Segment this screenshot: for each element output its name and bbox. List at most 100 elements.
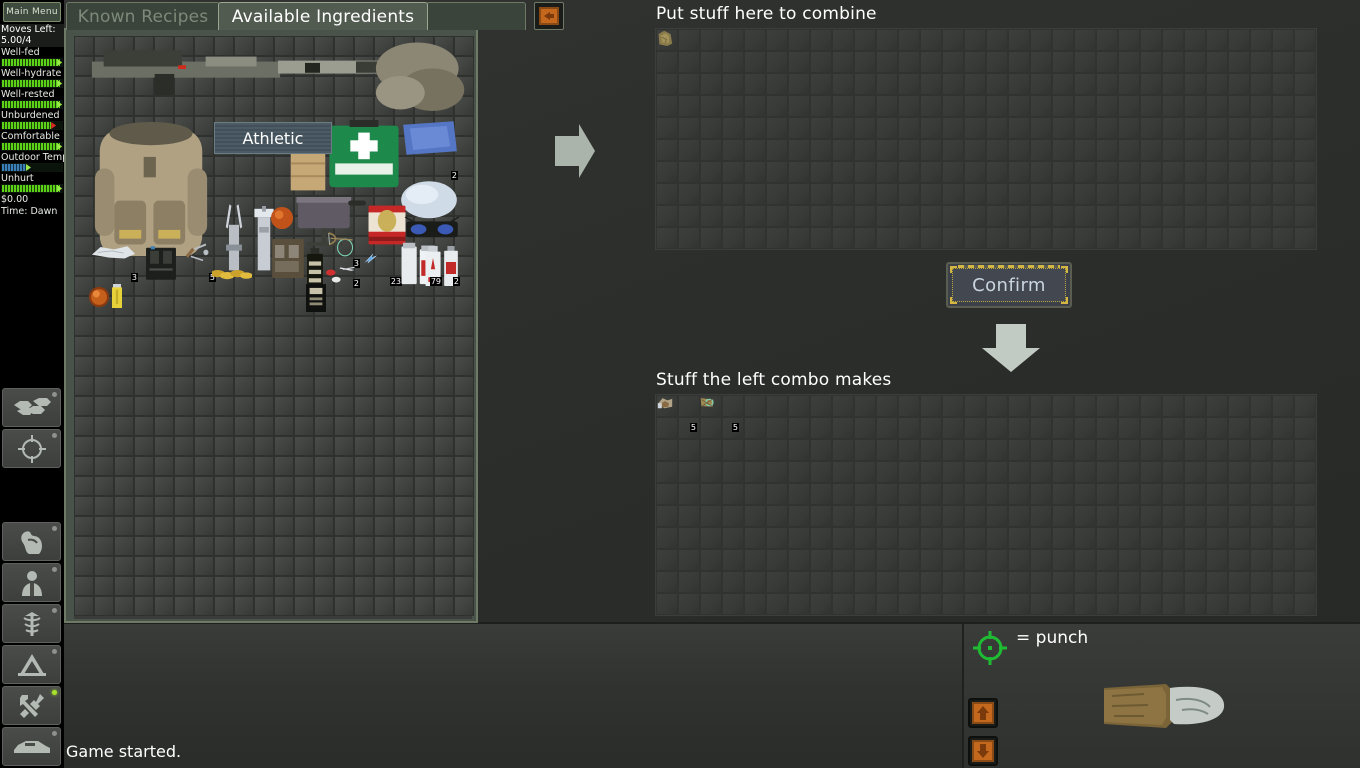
inventory-slot[interactable] xyxy=(394,96,414,116)
combine-slot[interactable] xyxy=(876,73,898,95)
combine-slot[interactable] xyxy=(1030,117,1052,139)
output-slot[interactable] xyxy=(1294,417,1316,439)
output-slot[interactable] xyxy=(678,505,700,527)
combine-slot[interactable] xyxy=(1250,29,1272,51)
output-slot[interactable] xyxy=(700,483,722,505)
output-slot[interactable] xyxy=(1250,483,1272,505)
inventory-slot[interactable] xyxy=(214,56,234,76)
inventory-slot[interactable] xyxy=(194,216,214,236)
inventory-slot[interactable] xyxy=(74,36,94,56)
inventory-slot[interactable] xyxy=(334,276,354,296)
output-slot[interactable] xyxy=(832,593,854,615)
inventory-slot[interactable] xyxy=(114,116,134,136)
output-slot[interactable] xyxy=(1250,417,1272,439)
inventory-slot[interactable] xyxy=(234,276,254,296)
inventory-slot[interactable] xyxy=(294,356,314,376)
combine-slot[interactable] xyxy=(1052,183,1074,205)
combine-slot[interactable] xyxy=(1228,29,1250,51)
inventory-slot[interactable] xyxy=(414,516,434,536)
inventory-slot[interactable] xyxy=(134,36,154,56)
inventory-slot[interactable] xyxy=(314,56,334,76)
inventory-slot[interactable] xyxy=(74,336,94,356)
combine-slot[interactable] xyxy=(678,51,700,73)
inventory-slot[interactable] xyxy=(334,156,354,176)
output-slot[interactable] xyxy=(766,439,788,461)
inventory-slot[interactable] xyxy=(334,136,354,156)
inventory-slot[interactable] xyxy=(354,396,374,416)
inventory-slot[interactable] xyxy=(314,336,334,356)
output-slot[interactable] xyxy=(964,505,986,527)
output-slot[interactable] xyxy=(854,593,876,615)
inventory-slot[interactable] xyxy=(134,536,154,556)
inventory-slot[interactable] xyxy=(214,596,234,616)
inventory-slot[interactable] xyxy=(294,516,314,536)
output-slot[interactable] xyxy=(964,571,986,593)
inventory-slot[interactable] xyxy=(74,236,94,256)
output-slot[interactable] xyxy=(964,527,986,549)
combine-slot[interactable] xyxy=(1162,51,1184,73)
inventory-slot[interactable] xyxy=(314,236,334,256)
combine-slot[interactable] xyxy=(1184,117,1206,139)
combine-slot[interactable] xyxy=(1030,183,1052,205)
inventory-slot[interactable] xyxy=(354,516,374,536)
output-slot[interactable] xyxy=(854,571,876,593)
output-slot[interactable] xyxy=(1030,395,1052,417)
inventory-slot[interactable] xyxy=(354,276,374,296)
output-slot[interactable] xyxy=(766,395,788,417)
output-slot[interactable] xyxy=(1184,527,1206,549)
inventory-slot[interactable] xyxy=(194,376,214,396)
combine-slot[interactable] xyxy=(1030,51,1052,73)
output-slot[interactable] xyxy=(1030,483,1052,505)
output-slot[interactable] xyxy=(1030,439,1052,461)
combine-slot[interactable] xyxy=(1118,227,1140,249)
output-slot[interactable] xyxy=(1162,461,1184,483)
output-slot[interactable] xyxy=(1008,417,1030,439)
inventory-slot[interactable] xyxy=(454,556,474,576)
combine-slot[interactable] xyxy=(700,161,722,183)
output-slot[interactable] xyxy=(1008,571,1030,593)
inventory-slot[interactable] xyxy=(134,216,154,236)
inventory-slot[interactable] xyxy=(414,576,434,596)
output-slot[interactable] xyxy=(1052,483,1074,505)
inventory-slot[interactable] xyxy=(334,36,354,56)
combine-slot[interactable] xyxy=(986,227,1008,249)
output-slot[interactable] xyxy=(876,483,898,505)
inventory-slot[interactable] xyxy=(354,216,374,236)
combine-slot[interactable] xyxy=(1008,227,1030,249)
inventory-slot[interactable] xyxy=(274,196,294,216)
inventory-slot[interactable] xyxy=(434,456,454,476)
combine-slot[interactable] xyxy=(854,51,876,73)
combine-slot[interactable] xyxy=(920,29,942,51)
output-slot[interactable] xyxy=(656,483,678,505)
scroll-down-button[interactable] xyxy=(968,736,998,766)
inventory-slot[interactable] xyxy=(114,76,134,96)
inventory-slot[interactable] xyxy=(414,136,434,156)
combine-slot[interactable] xyxy=(1250,117,1272,139)
combine-slot[interactable] xyxy=(920,73,942,95)
inventory-slot[interactable] xyxy=(394,496,414,516)
combine-slot[interactable] xyxy=(832,117,854,139)
combine-slot[interactable] xyxy=(1294,29,1316,51)
combine-slot[interactable] xyxy=(788,73,810,95)
combine-slot[interactable] xyxy=(1206,183,1228,205)
inventory-slot[interactable] xyxy=(214,96,234,116)
inventory-slot[interactable] xyxy=(374,576,394,596)
combine-slot[interactable] xyxy=(832,183,854,205)
combine-slot[interactable] xyxy=(656,205,678,227)
combine-slot[interactable] xyxy=(832,95,854,117)
sidebar-item-vehicle[interactable] xyxy=(2,727,61,766)
combine-slot[interactable] xyxy=(1030,139,1052,161)
combine-slot[interactable] xyxy=(744,139,766,161)
inventory-slot[interactable] xyxy=(374,596,394,616)
inventory-slot[interactable] xyxy=(374,496,394,516)
combine-slot[interactable] xyxy=(1118,73,1140,95)
output-slot[interactable] xyxy=(656,461,678,483)
combine-slot[interactable] xyxy=(920,205,942,227)
combine-slot[interactable] xyxy=(766,139,788,161)
combine-slot[interactable] xyxy=(832,139,854,161)
inventory-slot[interactable] xyxy=(234,596,254,616)
inventory-slot[interactable] xyxy=(194,536,214,556)
output-slot[interactable] xyxy=(1294,549,1316,571)
output-slot[interactable] xyxy=(1206,593,1228,615)
inventory-slot[interactable] xyxy=(74,116,94,136)
